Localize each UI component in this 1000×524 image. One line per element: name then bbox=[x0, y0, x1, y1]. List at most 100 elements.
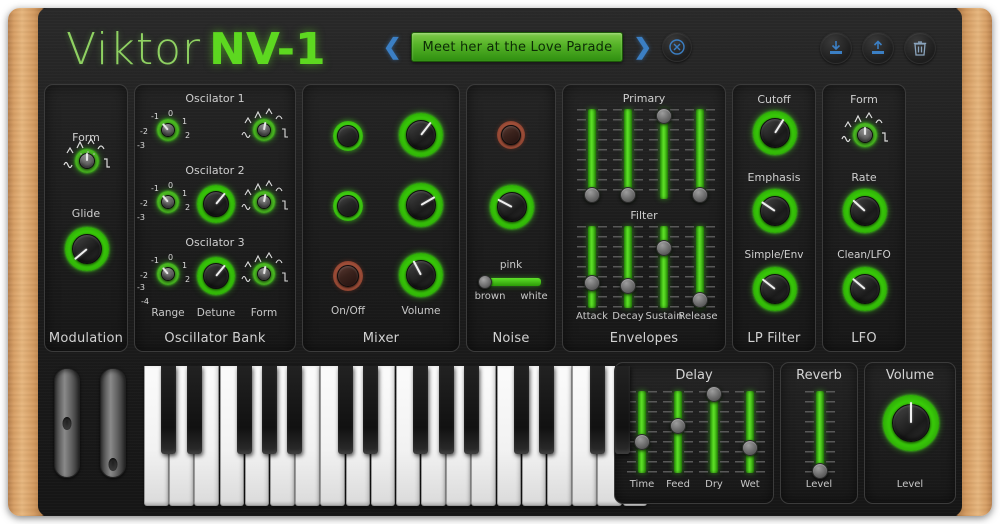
delay-panel-title: Delay bbox=[675, 368, 713, 383]
reverb-panel-title: Reverb bbox=[796, 368, 842, 383]
preset-clear-button[interactable] bbox=[661, 32, 692, 62]
black-key[interactable] bbox=[589, 366, 605, 454]
slider-handle[interactable] bbox=[620, 277, 636, 294]
slider-handle[interactable] bbox=[656, 108, 672, 125]
range-tick--4: -4 bbox=[141, 297, 149, 306]
noise-type-slider[interactable] bbox=[478, 275, 541, 289]
preset-prev-button[interactable]: ❮ bbox=[383, 36, 401, 58]
primary-release-slider[interactable] bbox=[685, 109, 715, 204]
black-key[interactable] bbox=[363, 366, 378, 454]
lp-filter-panel-title: LP Filter bbox=[747, 331, 801, 346]
black-key[interactable] bbox=[262, 366, 278, 454]
noise-panel-title: Noise bbox=[492, 331, 530, 346]
oscillator-2-range-knob[interactable] bbox=[157, 191, 179, 213]
oscillator-1-range-knob[interactable] bbox=[157, 119, 179, 141]
black-key[interactable] bbox=[186, 366, 202, 454]
brand-logo: Viktor NV-1 bbox=[66, 24, 326, 75]
mixer-osc1-volume-knob[interactable] bbox=[399, 113, 443, 157]
black-key[interactable] bbox=[514, 366, 530, 454]
noise-volume-knob[interactable] bbox=[490, 185, 534, 229]
delay-dry-slider[interactable] bbox=[699, 386, 729, 473]
slider-handle[interactable] bbox=[812, 462, 828, 479]
preset-display[interactable]: Meet her at the Love Parade bbox=[411, 32, 624, 62]
modulation-form-label: Form bbox=[72, 131, 100, 144]
piano-keyboard[interactable] bbox=[144, 366, 648, 506]
modulation-glide-knob[interactable] bbox=[65, 227, 109, 271]
slider-handle[interactable] bbox=[670, 418, 686, 435]
mixer-osc3-onoff-led[interactable] bbox=[333, 261, 363, 291]
slider-handle[interactable] bbox=[634, 433, 650, 450]
preset-actions bbox=[820, 32, 936, 64]
mixer-osc3-volume-knob[interactable] bbox=[399, 253, 443, 297]
slider-handle[interactable] bbox=[692, 291, 708, 308]
black-key[interactable] bbox=[237, 366, 252, 454]
oscillator-3-detune-knob[interactable] bbox=[197, 257, 235, 295]
filter-release-slider[interactable] bbox=[685, 226, 715, 308]
mixer-osc2-onoff-led[interactable] bbox=[333, 191, 363, 221]
filter-sustain-slider[interactable] bbox=[649, 226, 679, 308]
slider-handle[interactable] bbox=[706, 386, 722, 403]
circle-x-icon bbox=[669, 39, 685, 55]
lfo-rate-knob[interactable] bbox=[843, 189, 887, 233]
slider-handle[interactable] bbox=[656, 240, 672, 257]
oscillator-1-form-knob[interactable] bbox=[253, 119, 275, 141]
primary-sustain-slider[interactable] bbox=[649, 108, 679, 199]
range-tick-0: 0 bbox=[168, 253, 174, 262]
black-key[interactable] bbox=[463, 366, 479, 454]
delay-wet-slider[interactable] bbox=[735, 391, 765, 473]
lp-cutoff-knob[interactable] bbox=[753, 111, 797, 155]
delay-time-slider[interactable] bbox=[627, 391, 657, 473]
black-key[interactable] bbox=[539, 366, 555, 454]
lp-simple-env-knob[interactable] bbox=[753, 267, 797, 311]
export-preset-button[interactable] bbox=[862, 32, 894, 64]
import-preset-button[interactable] bbox=[820, 32, 852, 64]
oscillator-3-label: Oscilator 3 bbox=[185, 236, 245, 249]
oscillator-2-detune-knob[interactable] bbox=[197, 185, 235, 223]
pitch-bend-wheel[interactable] bbox=[54, 368, 80, 478]
black-key[interactable] bbox=[413, 366, 429, 454]
range-tick-1: 1 bbox=[182, 261, 188, 270]
fx-panel-row: Delay Time Feed Dry Wet Reverb Level Vol… bbox=[614, 362, 956, 504]
panel-modulation: Form Glide Modulation bbox=[44, 84, 128, 352]
modulation-wheel[interactable] bbox=[100, 368, 126, 478]
noise-type-slider-handle[interactable] bbox=[478, 275, 493, 289]
black-key[interactable] bbox=[615, 366, 630, 454]
oscillator-3-form-knob[interactable] bbox=[253, 263, 275, 285]
black-key[interactable] bbox=[161, 366, 177, 454]
master-volume-knob[interactable] bbox=[883, 395, 939, 451]
slider-handle[interactable] bbox=[584, 275, 600, 292]
filter-attack-slider[interactable] bbox=[577, 226, 607, 308]
slider-handle[interactable] bbox=[692, 187, 708, 204]
oscillator-3-range-knob[interactable] bbox=[157, 263, 179, 285]
delay-feed-slider[interactable] bbox=[663, 391, 693, 473]
mixer-osc1-onoff-led[interactable] bbox=[333, 121, 363, 151]
range-tick--3: -3 bbox=[137, 141, 145, 150]
panel-oscillator-bank: Oscilator 1 -2 -1 0 1 2 -3 Oscilator 2 -… bbox=[134, 84, 296, 352]
black-key[interactable] bbox=[287, 366, 303, 454]
range-tick-1: 1 bbox=[182, 117, 188, 126]
lp-emphasis-knob[interactable] bbox=[753, 189, 797, 233]
delete-preset-button[interactable] bbox=[904, 32, 936, 64]
range-tick--2: -2 bbox=[140, 271, 148, 280]
mixer-osc2-volume-knob[interactable] bbox=[399, 183, 443, 227]
primary-decay-slider[interactable] bbox=[613, 109, 643, 204]
slider-handle[interactable] bbox=[584, 187, 600, 204]
primary-attack-slider[interactable] bbox=[577, 109, 607, 204]
black-key[interactable] bbox=[337, 366, 353, 454]
master-level-caption: Level bbox=[896, 479, 924, 490]
modulation-glide-label: Glide bbox=[71, 207, 101, 220]
lfo-clean-knob[interactable] bbox=[843, 267, 887, 311]
oscillator-2-form-knob[interactable] bbox=[253, 191, 275, 213]
slider-handle[interactable] bbox=[742, 440, 758, 457]
preset-next-button[interactable]: ❯ bbox=[633, 36, 651, 58]
reverb-level-slider[interactable] bbox=[805, 391, 835, 479]
range-tick--1: -1 bbox=[151, 256, 159, 265]
noise-onoff-led[interactable] bbox=[497, 121, 525, 149]
modulation-form-knob[interactable] bbox=[75, 149, 99, 173]
slider-handle[interactable] bbox=[620, 187, 636, 204]
noise-pink-label: pink bbox=[499, 259, 523, 271]
envelopes-filter-label: Filter bbox=[630, 209, 658, 222]
lfo-form-knob[interactable] bbox=[853, 123, 877, 147]
black-key[interactable] bbox=[438, 366, 454, 454]
filter-decay-slider[interactable] bbox=[613, 226, 643, 308]
